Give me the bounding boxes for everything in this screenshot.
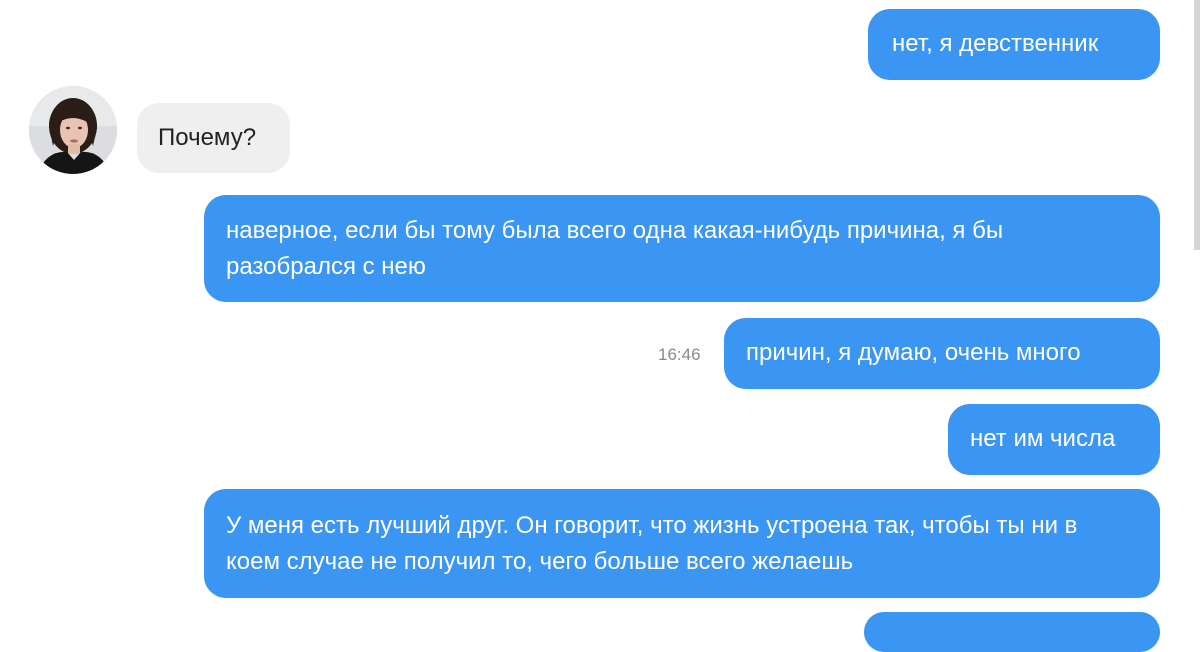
scrollbar[interactable]	[1194, 0, 1200, 250]
message-text: причин, я думаю, очень много	[746, 339, 1081, 366]
message-text: Почему?	[158, 124, 257, 151]
message-bubble-outgoing[interactable]: нет, я девственник	[868, 9, 1160, 80]
message-timestamp: 16:46	[658, 345, 701, 364]
message-bubble-outgoing[interactable]: наверное, если бы тому была всего одна к…	[204, 195, 1160, 302]
avatar-photo-icon	[29, 86, 117, 174]
message-text: нет им числа	[970, 425, 1116, 452]
message-bubble-outgoing[interactable]: причин, я думаю, очень много	[724, 318, 1160, 389]
contact-avatar[interactable]	[29, 86, 117, 174]
message-bubble-outgoing[interactable]: У меня есть лучший друг. Он говорит, что…	[204, 489, 1160, 598]
message-bubble-outgoing[interactable]: нет им числа	[948, 404, 1160, 475]
message-text: У меня есть лучший друг. Он говорит, что…	[226, 512, 1078, 575]
message-bubble-outgoing-partial[interactable]	[864, 612, 1160, 652]
message-bubble-incoming[interactable]: Почему?	[137, 103, 290, 173]
message-text: наверное, если бы тому была всего одна к…	[226, 217, 1004, 280]
message-text: нет, я девственник	[892, 30, 1099, 57]
chat-thread: нет, я девственник Почему? наверное, есл…	[0, 0, 1200, 652]
